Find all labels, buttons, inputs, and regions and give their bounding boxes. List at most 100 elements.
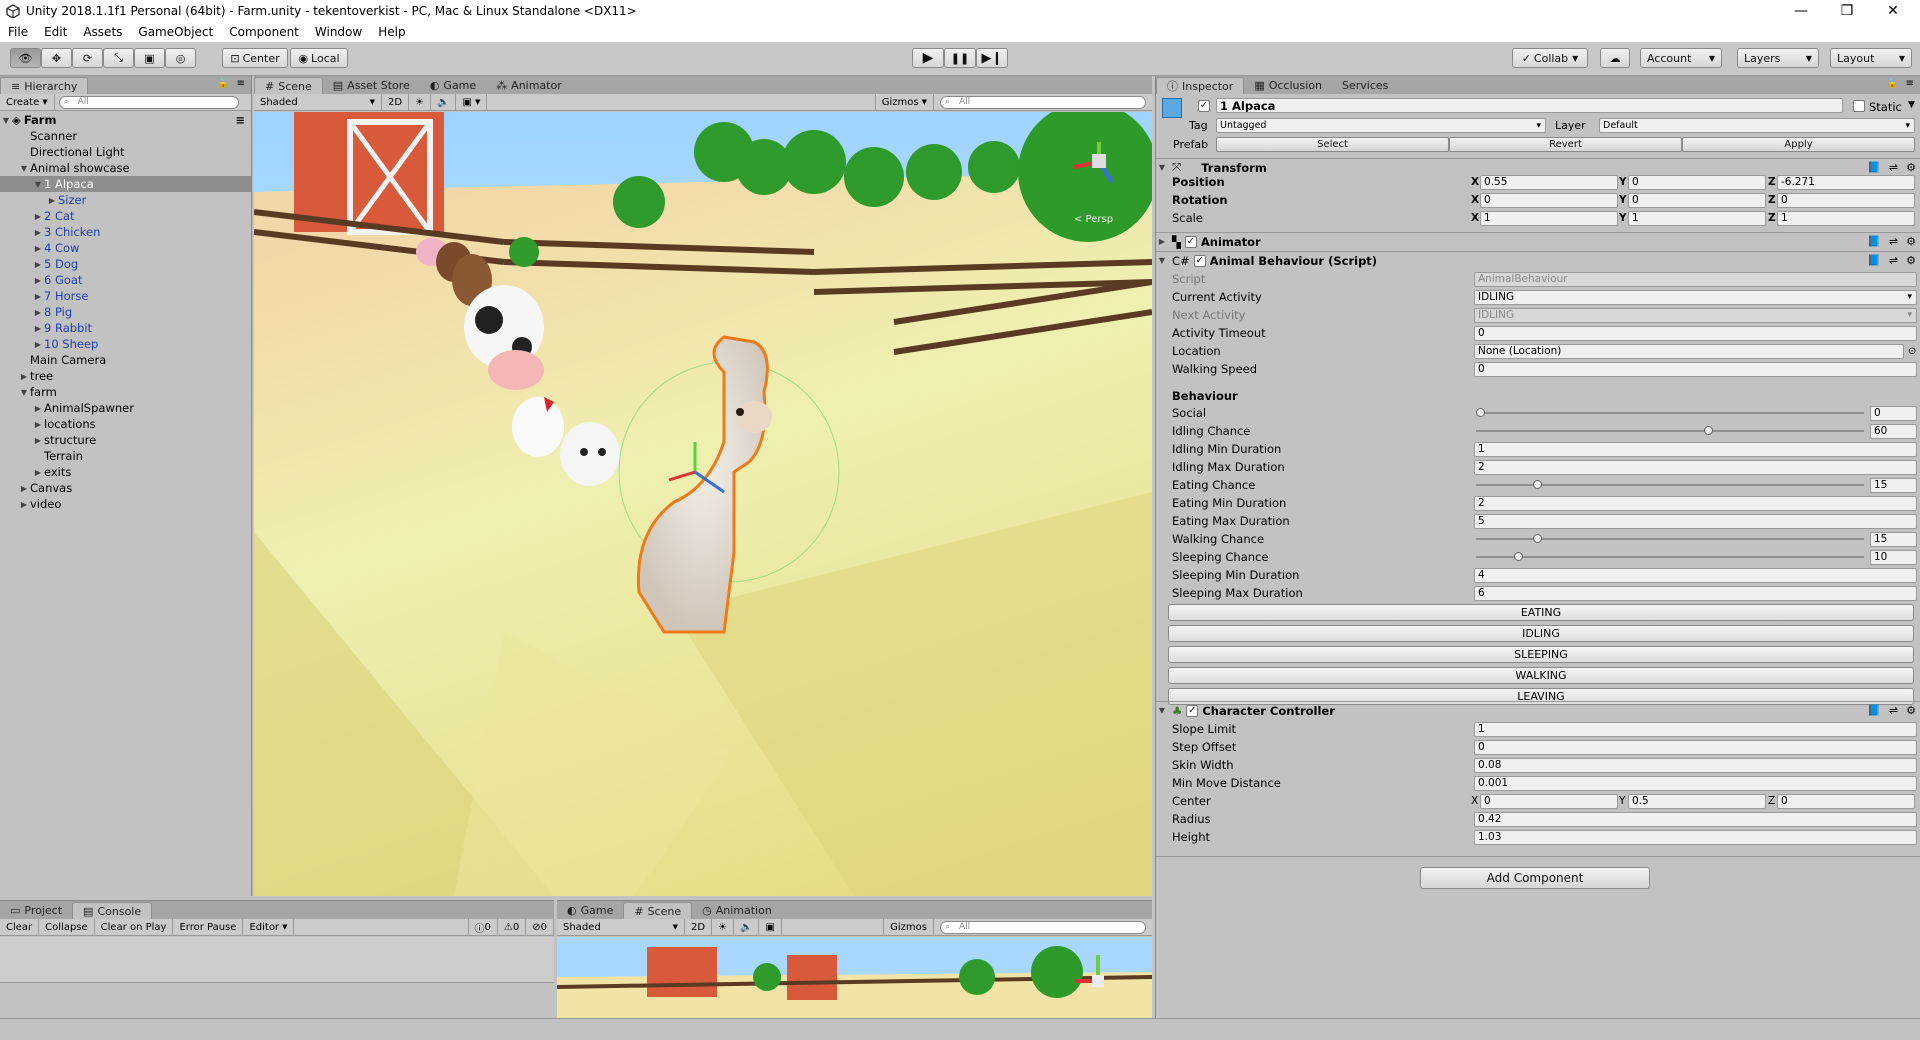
hierarchy-item[interactable]: ▼ 1 Alpaca (0, 176, 251, 192)
rotate-tool-button[interactable]: ⟳ (72, 48, 103, 68)
expand-arrow-icon[interactable]: ▶ (32, 324, 44, 333)
hierarchy-item[interactable]: ▶ 4 Cow (0, 240, 251, 256)
transform-y-field[interactable]: 1 (1628, 210, 1766, 226)
expand-arrow-icon[interactable]: ▶ (18, 500, 30, 509)
expand-arrow-icon[interactable]: ▼ (1156, 706, 1168, 715)
settings-sliders-icon[interactable]: ⇌ (1889, 235, 1898, 248)
cloud-button[interactable]: ☁ (1600, 48, 1630, 68)
view-tool-button[interactable]: 👁 (10, 48, 41, 68)
lock-icon[interactable]: 🔒 (218, 79, 229, 89)
expand-arrow-icon[interactable]: ▼ (1156, 256, 1168, 265)
expand-arrow-icon[interactable]: ▶ (32, 308, 44, 317)
prefab-apply-button[interactable]: Apply (1682, 137, 1915, 152)
book-icon[interactable]: 📘 (1867, 235, 1881, 248)
animator-enabled-checkbox[interactable]: ✓ (1184, 235, 1197, 248)
transform-x-field[interactable]: 1 (1480, 210, 1618, 226)
settings-sliders-icon[interactable]: ⇌ (1889, 704, 1898, 717)
move-tool-button[interactable]: ✥ (41, 48, 72, 68)
behaviour-slider[interactable] (1476, 534, 1864, 543)
expand-arrow-icon[interactable]: ▶ (32, 468, 44, 477)
transform-z-field[interactable]: 1 (1777, 210, 1915, 226)
scene-viewport[interactable]: < Persp (254, 112, 1152, 896)
layout-dropdown[interactable]: Layout ▼ (1830, 48, 1912, 68)
gear-icon[interactable]: ⚙ (1906, 254, 1916, 267)
tab-scene-bottom[interactable]: # Scene (623, 902, 693, 919)
behaviour-slider[interactable] (1476, 426, 1864, 435)
hierarchy-item[interactable]: ▶ tree (0, 368, 251, 384)
expand-arrow-icon[interactable]: ▼ (1156, 163, 1168, 172)
tab-hierarchy[interactable]: ≡ Hierarchy (0, 77, 89, 94)
behaviour-value-field[interactable]: 60 (1870, 423, 1917, 439)
animal-behaviour-header[interactable]: ▼ C# ✓ Animal Behaviour (Script) 📘 ⇌ ⚙ (1156, 251, 1920, 269)
activity-sleeping-button[interactable]: SLEEPING (1168, 646, 1914, 663)
pause-button[interactable]: ❚❚ (944, 48, 976, 68)
behaviour-value-field[interactable]: 5 (1474, 513, 1917, 529)
activity-idling-button[interactable]: IDLING (1168, 625, 1914, 642)
menu-help[interactable]: Help (370, 25, 413, 39)
behaviour-value-field[interactable]: 15 (1870, 477, 1917, 493)
menu-gameobject[interactable]: GameObject (130, 25, 221, 39)
hierarchy-item[interactable]: ▶ locations (0, 416, 251, 432)
hierarchy-item[interactable]: ▶ 5 Dog (0, 256, 251, 272)
cc-value-field[interactable]: 0.42 (1474, 811, 1917, 827)
editor-dropdown[interactable]: Editor ▼ (243, 919, 295, 935)
hierarchy-search-input[interactable]: ⌕ All (58, 95, 239, 109)
hierarchy-item[interactable]: ▶ Canvas (0, 480, 251, 496)
character-controller-enabled-checkbox[interactable]: ✓ (1186, 704, 1199, 717)
tab-services[interactable]: Services (1332, 77, 1398, 94)
gear-icon[interactable]: ⚙ (1906, 704, 1916, 717)
audio-toggle[interactable]: 🔈 (734, 919, 760, 935)
slider-thumb[interactable] (1533, 534, 1542, 543)
lighting-toggle[interactable]: ☀ (409, 94, 432, 110)
object-picker-icon[interactable]: ⊙ (1908, 346, 1916, 357)
activity-walking-button[interactable]: WALKING (1168, 667, 1914, 684)
step-button[interactable]: ▶❙ (976, 48, 1008, 68)
tab-occlusion[interactable]: ▦ Occlusion (1244, 77, 1332, 94)
static-checkbox[interactable] (1853, 100, 1865, 112)
hierarchy-item[interactable]: ▶ 2 Cat (0, 208, 251, 224)
menu-window[interactable]: Window (307, 25, 370, 39)
tab-game[interactable]: ◐ Game (420, 77, 486, 94)
hierarchy-item[interactable]: ▶ AnimalSpawner (0, 400, 251, 416)
behaviour-slider[interactable] (1476, 408, 1864, 417)
tab-game-bottom[interactable]: ◐ Game (557, 902, 623, 919)
tab-inspector[interactable]: ⓘ Inspector (1156, 77, 1245, 94)
gear-icon[interactable]: ⚙ (1906, 235, 1916, 248)
field-value[interactable]: 0 (1474, 325, 1917, 341)
tab-asset-store[interactable]: ▤ Asset Store (323, 77, 420, 94)
transform-y-field[interactable]: 0 (1628, 174, 1766, 190)
transform-x-field[interactable]: 0 (1480, 192, 1618, 208)
shading-mode-dropdown[interactable]: Shaded ▼ (254, 94, 382, 110)
pivot-local-button[interactable]: ◉ Local (290, 48, 348, 68)
hierarchy-item[interactable]: ▼ farm (0, 384, 251, 400)
behaviour-value-field[interactable]: 0 (1870, 405, 1917, 421)
object-name-field[interactable]: 1 Alpaca (1216, 98, 1843, 113)
cc-value-field[interactable]: 0 (1474, 739, 1917, 755)
settings-sliders-icon[interactable]: ⇌ (1889, 254, 1898, 267)
2d-toggle[interactable]: 2D (382, 94, 410, 110)
center-z-field[interactable]: 0 (1777, 793, 1915, 809)
2d-toggle[interactable]: 2D (685, 919, 713, 935)
center-x-field[interactable]: 0 (1480, 793, 1618, 809)
prefab-select-button[interactable]: Select (1216, 137, 1449, 152)
field-value[interactable]: IDLING (1474, 289, 1917, 305)
transform-z-field[interactable]: -6.271 (1777, 174, 1915, 190)
gizmos-dropdown[interactable]: Gizmos (883, 919, 934, 935)
pivot-center-button[interactable]: ⊡ Center (222, 48, 288, 68)
hierarchy-item[interactable]: Main Camera (0, 352, 251, 368)
field-value[interactable]: None (Location) (1474, 343, 1904, 359)
cc-value-field[interactable]: 1 (1474, 721, 1917, 737)
hierarchy-item[interactable]: ▶ Sizer (0, 192, 251, 208)
create-dropdown[interactable]: Create ▼ (0, 94, 55, 110)
behaviour-value-field[interactable]: 1 (1474, 441, 1917, 457)
hierarchy-item[interactable]: ▶ 8 Pig (0, 304, 251, 320)
clear-button[interactable]: Clear (0, 919, 40, 935)
cc-value-field[interactable]: 1.03 (1474, 829, 1917, 845)
slider-thumb[interactable] (1514, 552, 1523, 561)
expand-arrow-icon[interactable]: ▼ (18, 164, 30, 173)
layer-dropdown[interactable]: Default (1599, 118, 1915, 133)
hierarchy-item[interactable]: ▶ 7 Horse (0, 288, 251, 304)
panel-menu-icon[interactable]: ≡ (237, 78, 245, 89)
transform-z-field[interactable]: 0 (1777, 192, 1915, 208)
hierarchy-item[interactable]: ▶ exits (0, 464, 251, 480)
